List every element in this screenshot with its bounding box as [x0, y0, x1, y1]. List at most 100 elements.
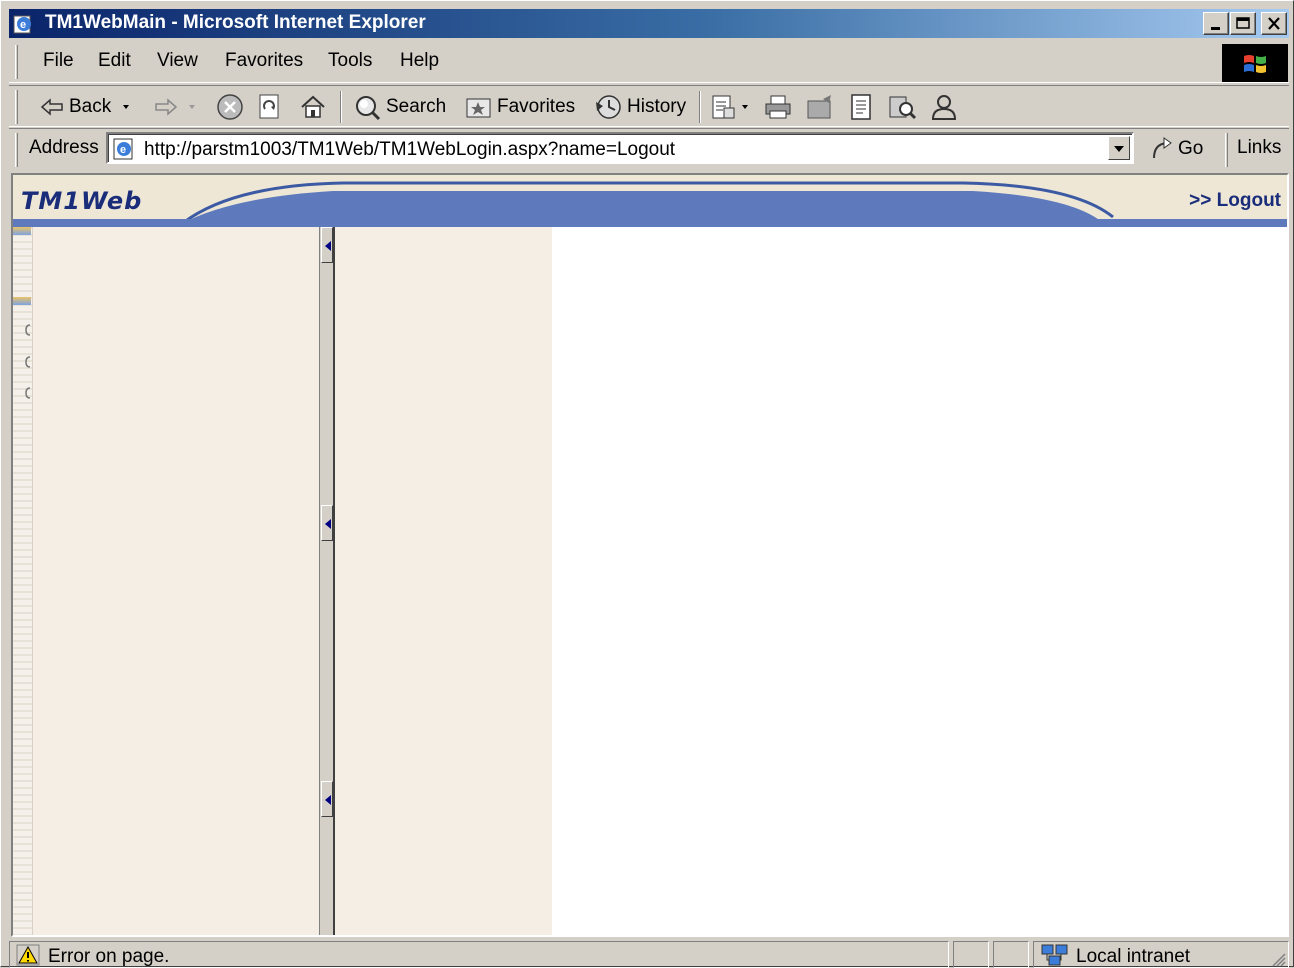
- close-button[interactable]: [1261, 12, 1287, 35]
- tm1web-header: TM1Web >> Logout: [13, 175, 1287, 227]
- menubar-grip[interactable]: [15, 45, 18, 79]
- messenger-icon: [931, 95, 957, 120]
- forward-button[interactable]: [153, 92, 201, 122]
- address-dropdown-button[interactable]: [1108, 136, 1130, 160]
- chevron-left-icon: [325, 241, 331, 251]
- status-message: Error on page.: [48, 946, 170, 967]
- security-zone-pane: Local intranet: [1033, 941, 1289, 968]
- main-frame: [552, 227, 1287, 935]
- stop-button[interactable]: [215, 92, 245, 122]
- chevron-down-icon: [123, 105, 130, 109]
- windows-flag-icon: [1244, 55, 1266, 73]
- collapse-pane-button[interactable]: [321, 505, 333, 541]
- logout-link[interactable]: >> Logout: [1189, 190, 1281, 212]
- stop-icon: [217, 94, 243, 120]
- security-zone-label: Local intranet: [1076, 946, 1191, 967]
- home-button[interactable]: [299, 92, 327, 122]
- refresh-icon: [259, 94, 279, 119]
- edit-page-icon: [807, 95, 831, 119]
- collapse-pane-button[interactable]: [321, 781, 333, 817]
- header-banner-swoosh: [13, 181, 1287, 223]
- address-input[interactable]: e http://parstm1003/TM1Web/TM1WebLogin.a…: [106, 132, 1134, 164]
- chevron-left-icon: [325, 519, 331, 529]
- forward-arrow-icon: [155, 98, 178, 116]
- tm1web-logo: TM1Web: [21, 187, 143, 215]
- document-icon: [851, 94, 871, 120]
- menu-favorites[interactable]: Favorites: [225, 50, 303, 72]
- messenger-button[interactable]: [929, 92, 959, 122]
- web-content-area: TM1Web >> Logout: [11, 173, 1289, 937]
- print-button[interactable]: [763, 92, 793, 122]
- toolbar-grip[interactable]: [15, 90, 18, 124]
- menu-view[interactable]: View: [157, 50, 198, 72]
- mail-button[interactable]: [710, 92, 752, 122]
- tree-node-icon: [25, 387, 31, 399]
- search-icon: [356, 96, 381, 121]
- standard-toolbar: Back Search Favorites History: [9, 85, 1289, 127]
- history-icon: [596, 95, 621, 119]
- window-title: TM1WebMain - Microsoft Internet Explorer: [45, 12, 426, 33]
- warning-icon: [16, 944, 40, 966]
- links-button[interactable]: Links: [1237, 137, 1281, 159]
- tree-node-icon: [25, 324, 31, 336]
- browser-window: e TM1WebMain - Microsoft Internet Explor…: [0, 0, 1294, 968]
- tree-node-icon: [25, 356, 31, 368]
- toolbar-separator: [340, 91, 342, 123]
- back-arrow-icon: [40, 98, 63, 116]
- menu-tools[interactable]: Tools: [328, 50, 372, 72]
- svg-text:e: e: [20, 19, 26, 31]
- chevron-down-icon: [1114, 146, 1124, 152]
- back-button[interactable]: Back: [39, 92, 137, 122]
- home-icon: [301, 95, 325, 118]
- mail-icon: [712, 95, 735, 119]
- history-button[interactable]: History: [593, 92, 686, 122]
- menu-help[interactable]: Help: [400, 50, 439, 72]
- close-icon: [1268, 17, 1280, 30]
- favorites-label: Favorites: [497, 96, 576, 117]
- resize-grip-icon[interactable]: [1270, 951, 1286, 967]
- addressbar-grip[interactable]: [15, 133, 18, 167]
- tree-section-bar: [13, 297, 31, 305]
- back-label: Back: [69, 96, 112, 117]
- maximize-icon: [1236, 17, 1250, 29]
- ie-icon: e: [13, 15, 31, 34]
- svg-text:e: e: [120, 144, 126, 156]
- history-label: History: [627, 96, 687, 117]
- go-arrow-icon: [1153, 137, 1172, 159]
- menu-edit[interactable]: Edit: [98, 50, 131, 72]
- favorites-icon: [466, 98, 491, 118]
- page-icon: e: [113, 138, 133, 160]
- address-label: Address: [29, 137, 99, 158]
- search-label: Search: [386, 96, 447, 117]
- collapse-pane-button[interactable]: [321, 227, 333, 263]
- status-pane: [993, 941, 1029, 968]
- menu-bar: File Edit View Favorites Tools Help: [9, 41, 1289, 83]
- address-url: http://parstm1003/TM1Web/TM1WebLogin.asp…: [144, 139, 676, 160]
- address-bar: Address e http://parstm1003/TM1Web/TM1We…: [9, 128, 1289, 170]
- edit-button[interactable]: [805, 92, 835, 122]
- search-button[interactable]: Search: [352, 92, 446, 122]
- frame-splitter[interactable]: [319, 227, 335, 935]
- refresh-button[interactable]: [257, 92, 283, 122]
- tree-header-bar: [13, 227, 31, 235]
- status-bar: Error on page. Local intranet: [9, 941, 1289, 968]
- discuss-button[interactable]: [847, 92, 875, 122]
- research-icon: [889, 96, 917, 120]
- maximize-button[interactable]: [1230, 12, 1256, 35]
- favorites-button[interactable]: Favorites: [465, 92, 575, 122]
- links-grip[interactable]: [1225, 133, 1228, 167]
- minimize-icon: [1211, 27, 1220, 30]
- navigation-tree-strip: [13, 227, 33, 935]
- chevron-left-icon: [325, 795, 331, 805]
- go-button[interactable]: Go: [1149, 135, 1203, 163]
- toolbar-separator: [699, 91, 701, 123]
- chevron-down-icon: [742, 105, 748, 109]
- chevron-down-icon: [189, 105, 195, 109]
- research-button[interactable]: [887, 92, 917, 122]
- status-message-pane[interactable]: Error on page.: [9, 941, 949, 968]
- menu-file[interactable]: File: [43, 50, 74, 72]
- go-label: Go: [1178, 138, 1204, 159]
- status-pane: [953, 941, 989, 968]
- title-bar[interactable]: e TM1WebMain - Microsoft Internet Explor…: [9, 9, 1289, 38]
- minimize-button[interactable]: [1203, 12, 1229, 35]
